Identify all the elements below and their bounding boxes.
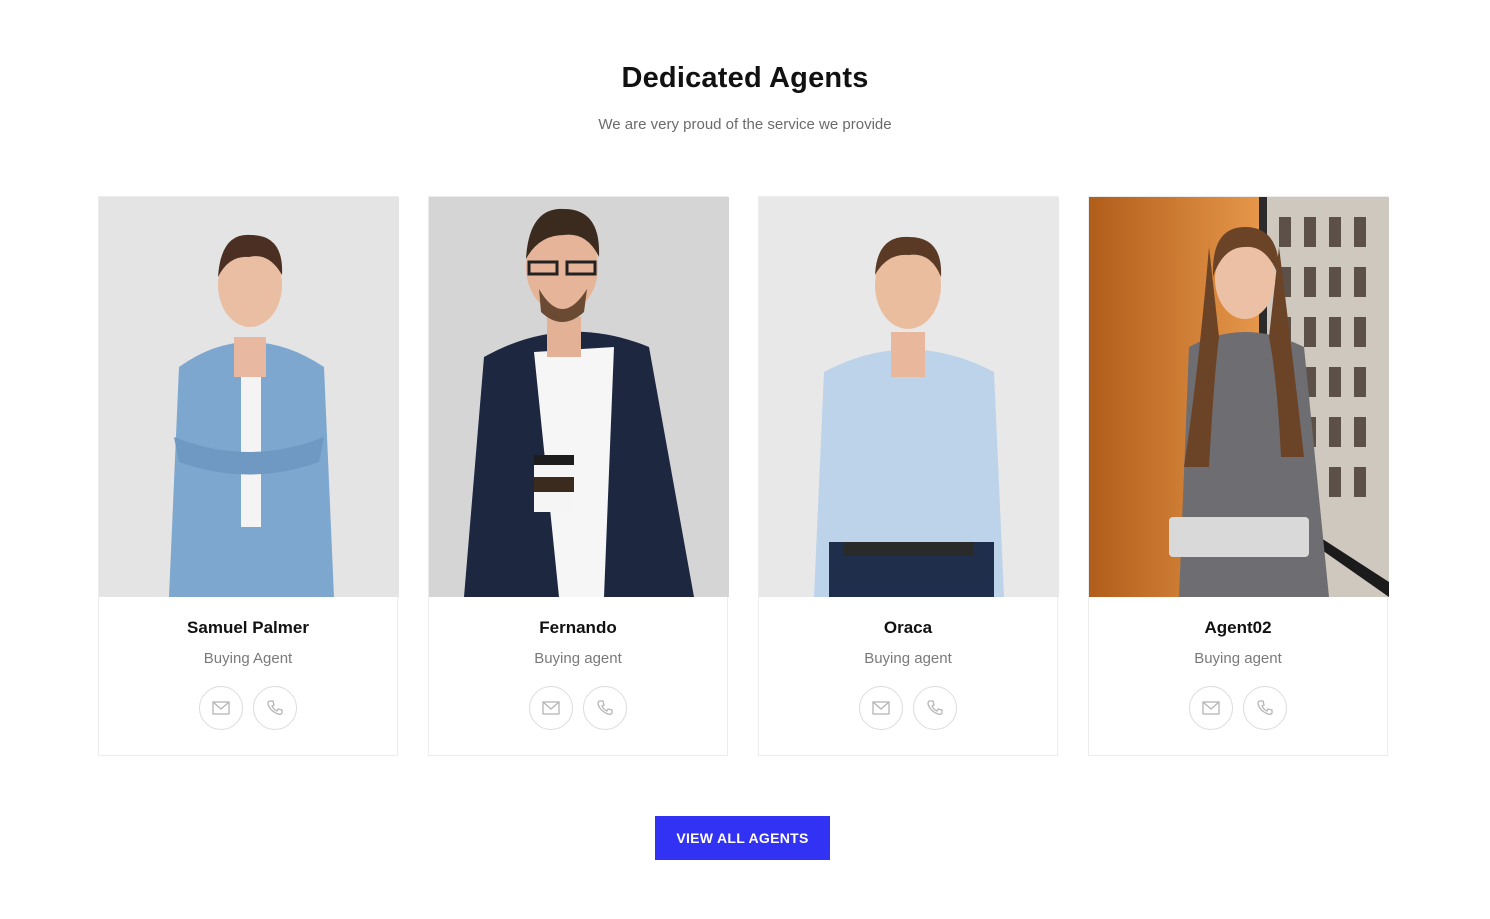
agent-photo-image <box>429 197 729 597</box>
agent-actions <box>429 686 727 730</box>
agent-photo-image <box>99 197 399 597</box>
agent-name[interactable]: Fernando <box>429 618 727 638</box>
email-button[interactable] <box>1189 686 1233 730</box>
agent-photo-image <box>759 197 1059 597</box>
agent-actions <box>1089 686 1387 730</box>
agent-cards: Samuel Palmer Buying Agent Fernando Buyi… <box>98 196 1389 756</box>
phone-icon <box>1257 700 1273 715</box>
email-button[interactable] <box>529 686 573 730</box>
agent-role: Buying agent <box>534 650 622 667</box>
phone-icon <box>927 700 943 715</box>
agent-role: Buying agent <box>1194 650 1282 667</box>
agent-photo[interactable] <box>759 197 1059 597</box>
section-title: Dedicated Agents <box>621 62 869 94</box>
phone-icon <box>267 700 283 715</box>
agent-photo[interactable] <box>99 197 399 597</box>
phone-button[interactable] <box>1243 686 1287 730</box>
view-all-agents-button[interactable]: VIEW ALL AGENTS <box>655 816 830 860</box>
phone-icon <box>597 700 613 715</box>
agent-actions <box>759 686 1057 730</box>
section-subtitle: We are very proud of the service we prov… <box>598 116 892 133</box>
agent-name[interactable]: Samuel Palmer <box>99 618 397 638</box>
agent-photo-image <box>1089 197 1389 597</box>
agent-name[interactable]: Agent02 <box>1089 618 1387 638</box>
email-icon <box>1202 701 1220 715</box>
agent-role: Buying Agent <box>203 650 293 667</box>
agent-actions <box>99 686 397 730</box>
agent-photo[interactable] <box>1089 197 1389 597</box>
email-icon <box>542 701 560 715</box>
email-icon <box>212 701 230 715</box>
agent-card[interactable]: Oraca Buying agent <box>758 196 1059 756</box>
agent-card[interactable]: Fernando Buying agent <box>428 196 729 756</box>
agent-card[interactable]: Samuel Palmer Buying Agent <box>98 196 399 756</box>
phone-button[interactable] <box>253 686 297 730</box>
agent-role: Buying agent <box>864 650 952 667</box>
email-button[interactable] <box>859 686 903 730</box>
email-icon <box>872 701 890 715</box>
agent-photo[interactable] <box>429 197 729 597</box>
phone-button[interactable] <box>583 686 627 730</box>
email-button[interactable] <box>199 686 243 730</box>
agent-card[interactable]: Agent02 Buying agent <box>1088 196 1389 756</box>
agent-name[interactable]: Oraca <box>759 618 1057 638</box>
phone-button[interactable] <box>913 686 957 730</box>
